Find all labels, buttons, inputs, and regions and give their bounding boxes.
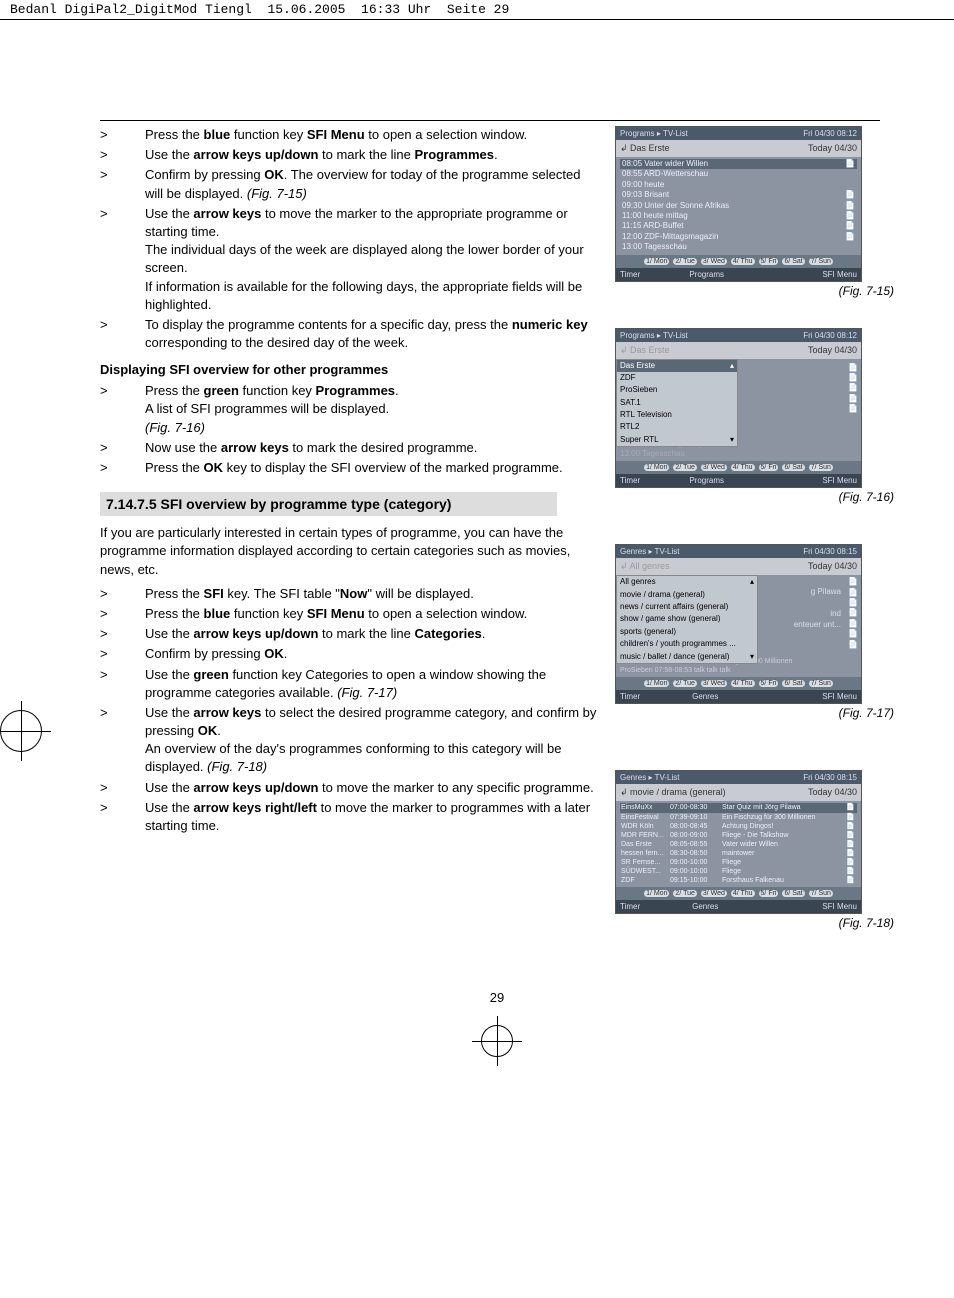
document-header-meta: Bedanl DigiPal2_DigitMod Tiengl 15.06.20… xyxy=(0,0,954,20)
instruction-step: >Press the SFI key. The SFI table "Now" … xyxy=(100,585,600,603)
instruction-step: >Press the OK key to display the SFI ove… xyxy=(100,459,600,477)
page-number: 29 xyxy=(100,990,894,1005)
figure-caption: (Fig. 7-18) xyxy=(615,916,894,930)
figure-7-18: Genres ▸ TV-ListFri 04/30 08:15 ↲ movie … xyxy=(615,770,894,930)
instruction-step: >Use the green function key Categories t… xyxy=(100,666,600,702)
instruction-step: >To display the programme contents for a… xyxy=(100,316,600,352)
instruction-step: >Use the arrow keys to select the desire… xyxy=(100,704,600,777)
figure-caption: (Fig. 7-16) xyxy=(615,490,894,504)
instruction-step: >Use the arrow keys right/left to move t… xyxy=(100,799,600,835)
instruction-step: >Press the blue function key SFI Menu to… xyxy=(100,126,600,144)
crop-mark-bottom xyxy=(100,1025,894,1060)
instruction-step: >Press the blue function key SFI Menu to… xyxy=(100,605,600,623)
figure-caption: (Fig. 7-15) xyxy=(615,284,894,298)
instruction-step: >Press the green function key Programmes… xyxy=(100,382,600,437)
crop-mark-icon xyxy=(0,710,42,752)
main-text-column: >Press the blue function key SFI Menu to… xyxy=(100,126,600,930)
figure-column: Programs ▸ TV-ListFri 04/30 08:12 ↲ Das … xyxy=(615,126,894,930)
instruction-step: >Use the arrow keys up/down to mark the … xyxy=(100,625,600,643)
figure-7-15: Programs ▸ TV-ListFri 04/30 08:12 ↲ Das … xyxy=(615,126,894,298)
figure-7-16: Programs ▸ TV-ListFri 04/30 08:12 ↲ Das … xyxy=(615,328,894,505)
instruction-step: >Use the arrow keys up/down to move the … xyxy=(100,779,600,797)
figure-caption: (Fig. 7-17) xyxy=(615,706,894,720)
intro-paragraph: If you are particularly interested in ce… xyxy=(100,524,600,579)
subheading-other-programmes: Displaying SFI overview for other progra… xyxy=(100,362,600,377)
instruction-step: >Use the arrow keys to move the marker t… xyxy=(100,205,600,314)
figure-7-17: Genres ▸ TV-ListFri 04/30 08:15 ↲ All ge… xyxy=(615,544,894,720)
top-divider xyxy=(100,120,880,121)
instruction-step: >Confirm by pressing OK. xyxy=(100,645,600,663)
instruction-step: >Confirm by pressing OK. The overview fo… xyxy=(100,166,600,202)
instruction-step: >Now use the arrow keys to mark the desi… xyxy=(100,439,600,457)
instruction-step: >Use the arrow keys up/down to mark the … xyxy=(100,146,600,164)
section-heading-category: 7.14.7.5 SFI overview by programme type … xyxy=(100,492,557,516)
